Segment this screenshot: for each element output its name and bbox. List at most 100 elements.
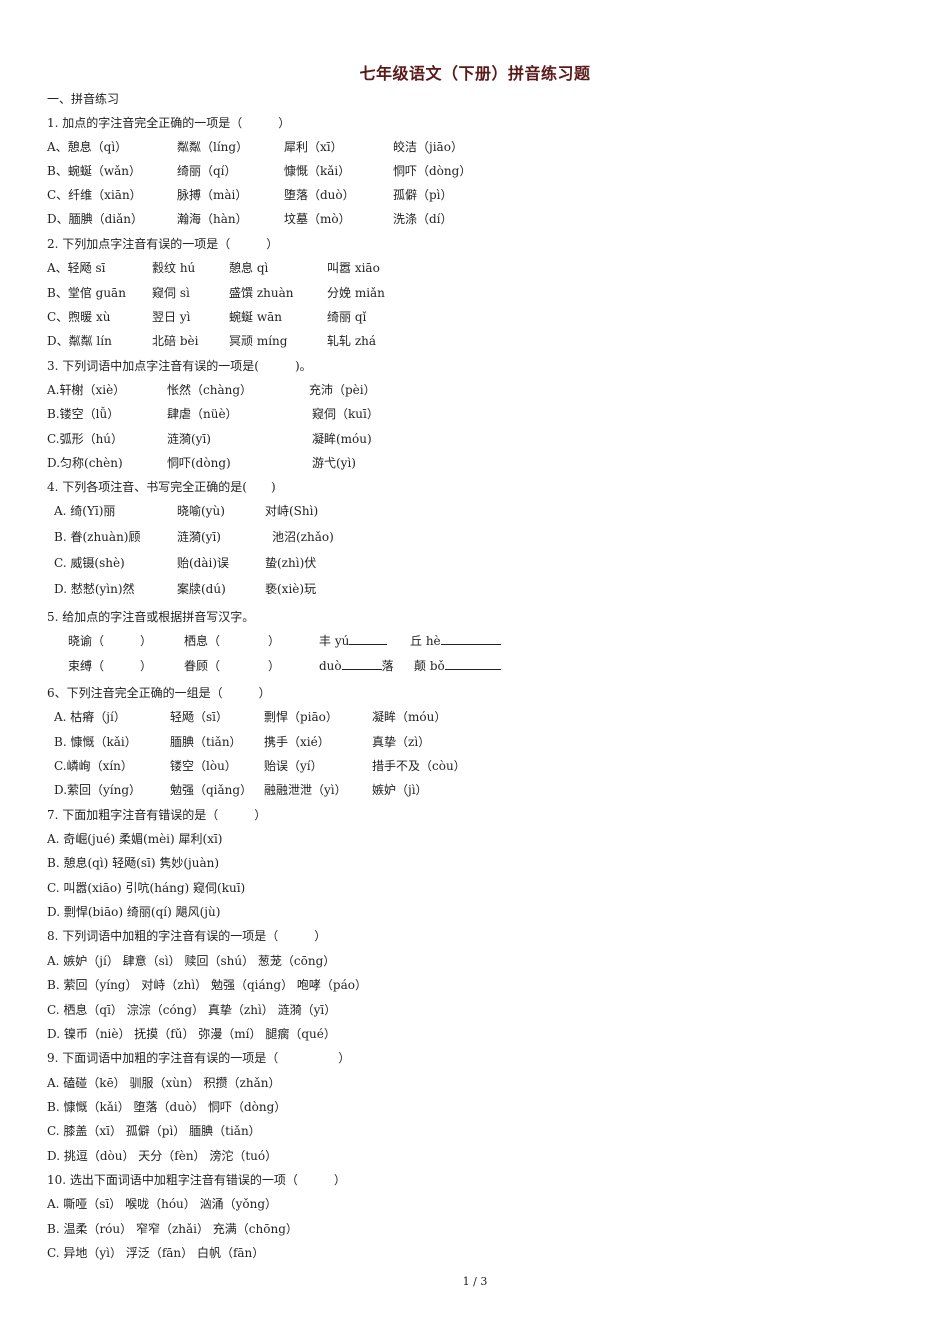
answer-blank[interactable] <box>341 657 382 670</box>
option-item: 粼粼（líng） <box>177 140 249 154</box>
option-item: D.匀称(chèn) <box>47 456 123 470</box>
question-10-option-b: B. 温柔（róu） 窄窄（zhǎi） 充满（chōng） <box>47 1222 298 1236</box>
option-item: 瀚海（hàn） <box>177 212 248 226</box>
option-item: 勉强（qiǎng） <box>170 783 253 797</box>
answer-blank[interactable] <box>440 632 501 645</box>
question-7-stem: 7. 下面加粗字注音有错误的是（ ） <box>47 808 267 822</box>
option-item: 融融泄泄（yì） <box>264 783 347 797</box>
fill-item: 丘 hè <box>410 632 501 650</box>
option-item: 轻飏（sī） <box>170 710 228 724</box>
option-item: B. 慷慨（kǎi） <box>54 735 137 749</box>
section-heading: 一、拼音练习 <box>47 92 120 106</box>
option-item: A、憩息（qì） <box>47 140 128 154</box>
option-item: 肆虐（nüè） <box>167 407 238 421</box>
option-item: 窥伺 sì <box>152 286 190 300</box>
option-item: B、蜿蜒（wǎn） <box>47 164 141 178</box>
fill-item: 束缚（ ） <box>68 659 153 673</box>
option-item: 轧轧 zhá <box>327 334 377 348</box>
option-item: 携手（xié） <box>264 735 330 749</box>
question-2-stem: 2. 下列加点字注音有误的一项是（ ） <box>47 237 279 251</box>
question-9-option-c: C. 膝盖（xī） 孤僻（pì） 腼腆（tiǎn） <box>47 1124 261 1138</box>
option-item: D、粼粼 lín <box>47 334 112 348</box>
option-item: C、煦暖 xù <box>47 310 111 324</box>
fill-prompt: 颠 bǒ <box>414 659 445 673</box>
fill-item: 眷顾（ ） <box>184 659 281 673</box>
option-item: 盛馔 zhuàn <box>229 286 294 300</box>
option-item: D.萦回（yíng） <box>54 783 142 797</box>
option-item: 坟墓（mò） <box>284 212 351 226</box>
option-item: 贻(dài)误 <box>177 556 230 570</box>
option-item: 蜿蜒 wān <box>229 310 282 324</box>
option-item: 亵(xiè)玩 <box>265 582 317 596</box>
question-8-option-a: A. 嫉妒（jí） 肆意（sì） 赎回（shú） 葱茏（cōng） <box>47 954 336 968</box>
option-item: C. 威镊(shè) <box>54 556 125 570</box>
option-item: 涟漪(yī) <box>177 530 221 544</box>
option-item: 充沛（pèi） <box>309 383 376 397</box>
option-item: 真挚（zì） <box>372 735 431 749</box>
option-item: 措手不及（còu） <box>372 759 466 773</box>
question-8-option-b: B. 萦回（yíng） 对峙（zhì） 勉强（qiáng） 咆哮（páo） <box>47 978 367 992</box>
option-item: 池沼(zhǎo) <box>272 530 334 544</box>
option-item: 脉搏（mài） <box>177 188 248 202</box>
option-item: 憩息 qì <box>229 261 269 275</box>
question-8-option-c: C. 栖息（qī） 淙淙（cóng） 真挚（zhì） 涟漪（yī） <box>47 1003 337 1017</box>
option-item: 冥顽 míng <box>229 334 288 348</box>
option-item: A. 绮(Yī)丽 <box>54 504 116 518</box>
option-item: 剽悍（piāo） <box>264 710 338 724</box>
option-item: 凝眸(móu) <box>312 432 372 446</box>
option-item: B. 眷(zhuàn)顾 <box>54 530 141 544</box>
question-6-stem: 6、下列注音完全正确的一组是（ ） <box>47 686 271 700</box>
option-item: 对峙(Shì) <box>265 504 319 518</box>
answer-blank[interactable] <box>349 632 388 645</box>
option-item: A.轩榭（xiè） <box>47 383 126 397</box>
option-item: 叫嚣 xiāo <box>327 261 380 275</box>
option-item: 晓喻(yù) <box>177 504 225 518</box>
fill-item: 丰 yú <box>319 632 388 650</box>
question-9-stem: 9. 下面词语中加粗的字注音有误的一项是（ ） <box>47 1051 351 1065</box>
page-number: 1 / 3 <box>462 1275 488 1288</box>
option-item: 恫吓(dòng) <box>167 456 231 470</box>
answer-blank[interactable] <box>444 657 501 670</box>
option-item: C.嶙峋（xín） <box>54 759 133 773</box>
document-page: 七年级语文（下册）拼音练习题 一、拼音练习 1. 加点的字注音完全正确的一项是（… <box>0 0 950 1344</box>
option-item: 堕落（duò） <box>284 188 355 202</box>
fill-prompt: duò <box>319 659 342 673</box>
fill-item: 颠 bǒ <box>414 657 501 675</box>
option-item: 镂空（lòu） <box>170 759 237 773</box>
option-item: C、纤维（xiān） <box>47 188 142 202</box>
option-item: 分娩 miǎn <box>327 286 385 300</box>
question-1-stem: 1. 加点的字注音完全正确的一项是（ ） <box>47 116 291 130</box>
option-item: 北碚 bèi <box>152 334 199 348</box>
question-3-stem: 3. 下列词语中加点字注音有误的一项是( )。 <box>47 359 312 373</box>
document-title: 七年级语文（下册）拼音练习题 <box>359 64 591 83</box>
question-8-stem: 8. 下列词语中加粗的字注音有误的一项是（ ） <box>47 929 327 943</box>
option-item: D、腼腆（diǎn） <box>47 212 144 226</box>
question-9-option-a: A. 磕碰（kē） 驯服（xùn） 积攒（zhǎn） <box>47 1076 281 1090</box>
question-7-option-d: D. 剽悍(biāo) 绮丽(qí) 飓风(jù) <box>47 905 221 919</box>
option-item: 涟漪(yī) <box>167 432 211 446</box>
question-5-stem: 5. 给加点的字注音或根据拼音写汉字。 <box>47 610 255 624</box>
option-item: C.弧形（hú） <box>47 432 124 446</box>
option-item: 绮丽 qǐ <box>327 310 367 324</box>
option-item: A. 枯瘠（jí） <box>54 710 126 724</box>
option-item: 洗涤（dí） <box>393 212 453 226</box>
option-item: 嫉妒（jì） <box>372 783 428 797</box>
option-item: 皎洁（jiāo） <box>393 140 463 154</box>
question-7-option-a: A. 奇崛(jué) 柔媚(mèi) 犀利(xī) <box>47 832 223 846</box>
option-item: 犀利（xī） <box>284 140 343 154</box>
option-item: 蛰(zhì)伏 <box>265 556 317 570</box>
option-item: 恫吓（dòng） <box>393 164 472 178</box>
option-item: 腼腆（tiǎn） <box>170 735 242 749</box>
option-item: A、轻飏 sī <box>47 261 106 275</box>
option-item: 翌日 yì <box>152 310 191 324</box>
question-10-option-c: C. 异地（yì） 浮泛（fān） 白帆（fān） <box>47 1246 265 1260</box>
question-10-option-a: A. 嘶哑（sī） 喉咙（hóu） 汹涌（yǒng） <box>47 1197 278 1211</box>
option-item: 游弋(yì) <box>312 456 356 470</box>
option-item: 凝眸（móu） <box>372 710 447 724</box>
question-7-option-b: B. 憩息(qì) 轻飏(sī) 隽妙(juàn) <box>47 856 220 870</box>
question-9-option-d: D. 挑逗（dòu） 天分（fèn） 滂沱（tuó） <box>47 1149 278 1163</box>
option-item: 案牍(dú) <box>177 582 226 596</box>
question-4-stem: 4. 下列各项注音、书写完全正确的是( ) <box>47 480 276 494</box>
question-10-stem: 10. 选出下面词语中加粗字注音有错误的一项（ ） <box>47 1173 346 1187</box>
fill-suffix: 落 <box>381 659 394 673</box>
